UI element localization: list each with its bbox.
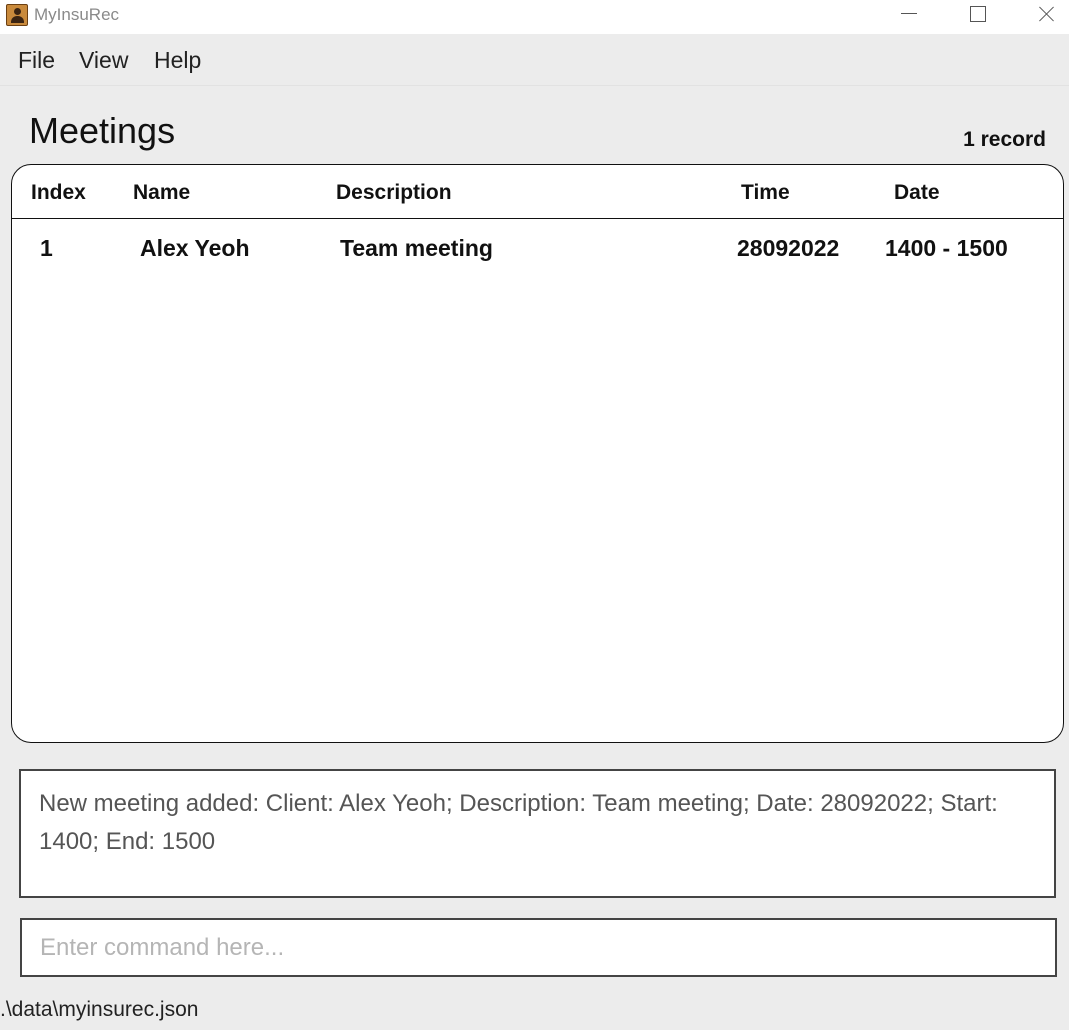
column-header-index: Index <box>31 181 86 204</box>
table-row[interactable]: 1 Alex Yeoh Team meeting 28092022 1400 -… <box>12 221 1063 277</box>
column-header-time: Time <box>741 181 790 204</box>
table-header: Index Name Description Time Date <box>12 165 1063 219</box>
menu-help[interactable]: Help <box>154 47 201 74</box>
minimize-icon[interactable] <box>885 0 931 30</box>
column-header-date: Date <box>894 181 940 204</box>
menu-file[interactable]: File <box>18 47 55 74</box>
record-count: 1 record <box>963 128 1046 151</box>
result-display: New meeting added: Client: Alex Yeoh; De… <box>19 769 1056 898</box>
cell-time: 28092022 <box>737 235 840 261</box>
cell-description: Team meeting <box>340 235 493 261</box>
command-box <box>0 908 1069 988</box>
column-header-description: Description <box>336 181 452 204</box>
window-title: MyInsuRec <box>34 5 120 24</box>
status-bar: .\data\myinsurec.json <box>0 988 1069 1030</box>
column-header-name: Name <box>133 181 191 204</box>
cell-index: 1 <box>40 235 53 261</box>
app-contact-book-icon <box>6 4 28 26</box>
maximize-icon[interactable] <box>954 0 1000 30</box>
data-file-path: .\data\myinsurec.json <box>0 998 199 1021</box>
menu-bar: File View Help <box>0 36 1069 86</box>
cell-date: 1400 - 1500 <box>885 235 1008 261</box>
command-input[interactable] <box>20 918 1057 977</box>
page-title: Meetings <box>29 110 176 151</box>
title-bar: MyInsuRec <box>0 0 1069 34</box>
cell-name: Alex Yeoh <box>140 235 250 261</box>
close-icon[interactable] <box>1024 0 1069 30</box>
meetings-table: Index Name Description Time Date 1 Alex … <box>11 164 1064 743</box>
menu-view[interactable]: View <box>79 47 128 74</box>
